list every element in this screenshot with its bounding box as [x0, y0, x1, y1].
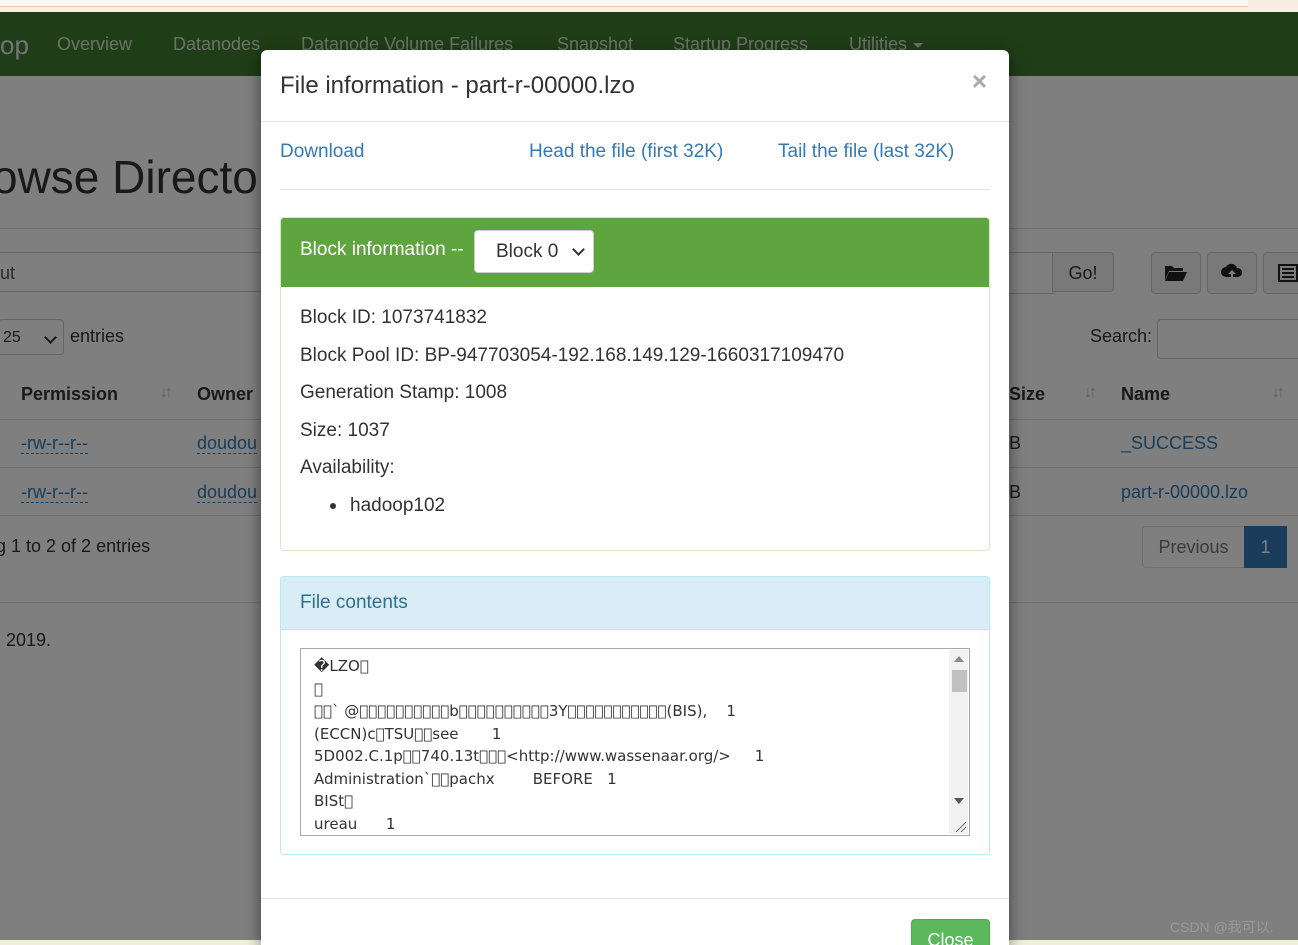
content-line:   ` @          b          3Y           (…: [314, 702, 736, 720]
scrollbar-thumb[interactable]: [952, 670, 967, 692]
block-id: Block ID: 1073741832: [300, 307, 487, 328]
file-contents-panel: File contents �LZO      ` @          b  …: [280, 576, 990, 855]
block-select[interactable]: Block 0: [474, 230, 594, 273]
contents-panel-heading: File contents: [281, 577, 989, 630]
block-panel-heading: Block information -- Block 0: [281, 218, 989, 287]
availability-node: hadoop102: [350, 495, 446, 516]
scroll-down-arrow-icon[interactable]: [954, 798, 964, 804]
content-line:  : [314, 680, 324, 698]
tail-file-link[interactable]: Tail the file (last 32K): [778, 141, 954, 163]
browser-top-strip: [0, 0, 1298, 12]
content-line: ureau 1: [314, 815, 396, 833]
block-size: Size: 1037: [300, 420, 390, 441]
modal-title: File information - part-r-00000.lzo: [280, 72, 635, 99]
close-button[interactable]: Close: [911, 919, 990, 945]
watermark: CSDN @我可以.: [1170, 919, 1274, 935]
bullet-icon: [330, 503, 336, 509]
divider: [261, 898, 1009, 899]
file-contents-textarea[interactable]: �LZO      ` @          b          3Y    …: [300, 648, 970, 836]
block-panel-title: Block information --: [300, 239, 464, 260]
block-select-value: Block 0: [496, 241, 559, 262]
content-line: Administration`  pachx BEFORE 1: [314, 770, 617, 788]
content-line: 5D002.C.1p  740.13t   <http://www.wassen…: [314, 747, 765, 765]
generation-stamp: Generation Stamp: 1008: [300, 382, 508, 403]
textarea-scrollbar[interactable]: [949, 650, 968, 834]
availability-label: Availability:: [300, 457, 395, 478]
head-file-link[interactable]: Head the file (first 32K): [529, 141, 723, 163]
chevron-down-icon: [572, 243, 585, 256]
resize-grip-icon[interactable]: [956, 822, 966, 832]
close-icon[interactable]: ×: [972, 68, 987, 94]
block-information-panel: Block information -- Block 0 Block ID: 1…: [280, 217, 990, 551]
content-line: BISt : [314, 792, 354, 810]
file-information-modal: File information - part-r-00000.lzo × Do…: [261, 50, 1009, 945]
contents-panel-title: File contents: [300, 592, 408, 613]
divider: [261, 121, 1009, 122]
content-line: �LZO : [314, 657, 369, 675]
block-pool-id: Block Pool ID: BP-947703054-192.168.149.…: [300, 345, 845, 366]
divider: [280, 189, 990, 190]
content-line: (ECCN)c TSU  see 1: [314, 725, 502, 743]
download-link[interactable]: Download: [280, 141, 365, 163]
scroll-up-arrow-icon[interactable]: [954, 656, 964, 662]
